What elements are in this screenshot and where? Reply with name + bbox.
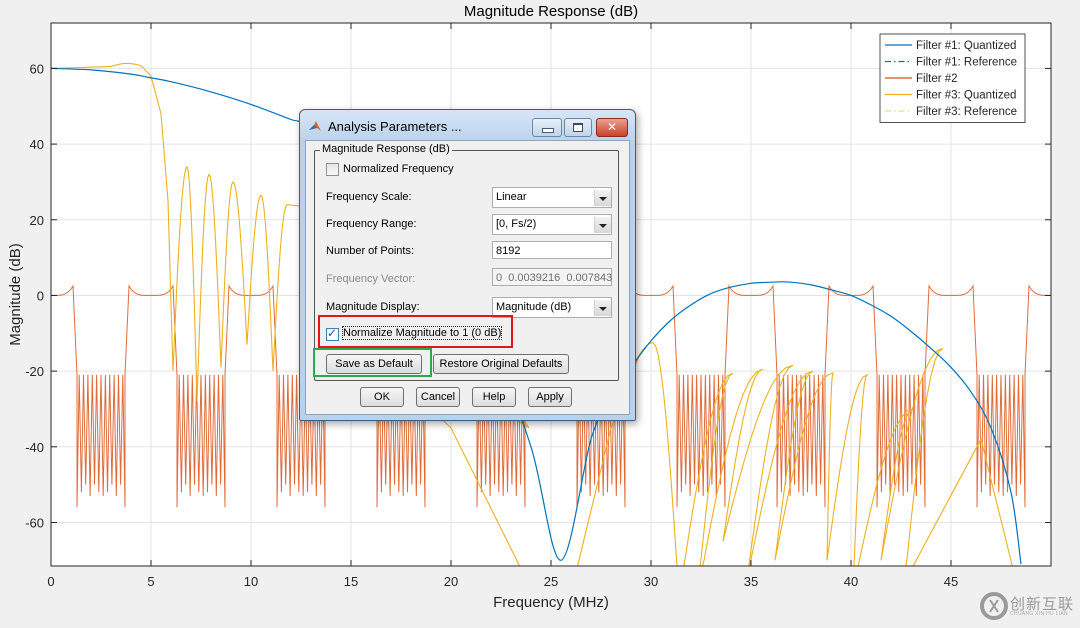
magnitude-display-label: Magnitude Display: — [326, 301, 420, 313]
watermark: 创新互联 CHUANG XIN HU LIAN — [980, 590, 1080, 622]
x-tick-label: 0 — [47, 574, 54, 589]
y-tick-label: 20 — [30, 213, 44, 228]
frequency-scale-label: Frequency Scale: — [326, 191, 412, 203]
x-tick-label: 45 — [944, 574, 958, 589]
x-tick-label: 5 — [147, 574, 154, 589]
close-icon: ✕ — [606, 120, 618, 134]
matlab-logo-icon — [309, 121, 321, 131]
legend-entry-label: Filter #2 — [916, 73, 958, 85]
x-tick-label: 30 — [644, 574, 658, 589]
cancel-button[interactable]: Cancel — [416, 387, 460, 407]
frequency-vector-label: Frequency Vector: — [326, 273, 416, 285]
apply-button[interactable]: Apply — [528, 387, 572, 407]
number-of-points-input[interactable]: 8192 — [492, 241, 612, 259]
x-tick-label: 20 — [444, 574, 458, 589]
chevron-down-icon — [594, 300, 611, 316]
x-tick-label: 15 — [344, 574, 358, 589]
y-tick-label: -40 — [25, 440, 44, 455]
frequency-range-label: Frequency Range: — [326, 218, 417, 230]
normalized-frequency-checkbox[interactable] — [326, 163, 339, 176]
y-tick-label: 60 — [30, 61, 44, 76]
frequency-range-select[interactable]: [0, Fs/2) — [492, 214, 612, 235]
normalize-magnitude-highlight — [318, 315, 513, 348]
save-as-default-highlight — [313, 348, 432, 377]
watermark-logo-icon — [980, 592, 1008, 620]
x-tick-label: 25 — [544, 574, 558, 589]
frequency-scale-value: Linear — [496, 191, 527, 203]
y-axis-title: Magnitude (dB) — [7, 243, 24, 346]
ok-button[interactable]: OK — [360, 387, 404, 407]
x-tick-label: 40 — [844, 574, 858, 589]
group-label: Magnitude Response (dB) — [320, 143, 452, 155]
magnitude-display-value: Magnitude (dB) — [496, 301, 572, 313]
chevron-down-icon — [594, 190, 611, 206]
x-tick-label: 10 — [244, 574, 258, 589]
number-of-points-label: Number of Points: — [326, 245, 415, 257]
legend: Filter #1: Quantized Filter #1: Reference… — [879, 33, 1026, 123]
y-tick-label: -20 — [25, 364, 44, 379]
maximize-button[interactable] — [564, 118, 592, 137]
restore-original-defaults-button[interactable]: Restore Original Defaults — [433, 354, 569, 374]
help-button[interactable]: Help — [472, 387, 516, 407]
y-tick-label: 40 — [30, 137, 44, 152]
normalized-frequency-label: Normalized Frequency — [343, 163, 454, 175]
legend-entry-label: Filter #3: Quantized — [916, 90, 1016, 102]
legend-entry-label: Filter #1: Reference — [916, 57, 1017, 69]
watermark-subtext: CHUANG XIN HU LIAN — [1010, 611, 1068, 617]
chart-title: Magnitude Response (dB) — [464, 3, 638, 20]
dialog-title: Analysis Parameters ... — [328, 119, 462, 134]
frequency-scale-select[interactable]: Linear — [492, 187, 612, 208]
minimize-button[interactable] — [532, 118, 562, 137]
frequency-range-value: [0, Fs/2) — [496, 218, 537, 230]
x-axis-title: Frequency (MHz) — [493, 594, 609, 611]
legend-entry-label: Filter #3: Reference — [916, 106, 1017, 118]
x-tick-label: 35 — [744, 574, 758, 589]
chevron-down-icon — [594, 217, 611, 233]
legend-entry-label: Filter #1: Quantized — [916, 40, 1016, 52]
frequency-vector-input: 0 0.0039216 0.007843 — [492, 268, 612, 286]
dialog-titlebar[interactable]: Analysis Parameters ... ✕ — [300, 110, 635, 140]
close-button[interactable]: ✕ — [596, 118, 628, 137]
y-tick-label: 0 — [37, 288, 44, 303]
y-tick-label: -60 — [25, 515, 44, 530]
